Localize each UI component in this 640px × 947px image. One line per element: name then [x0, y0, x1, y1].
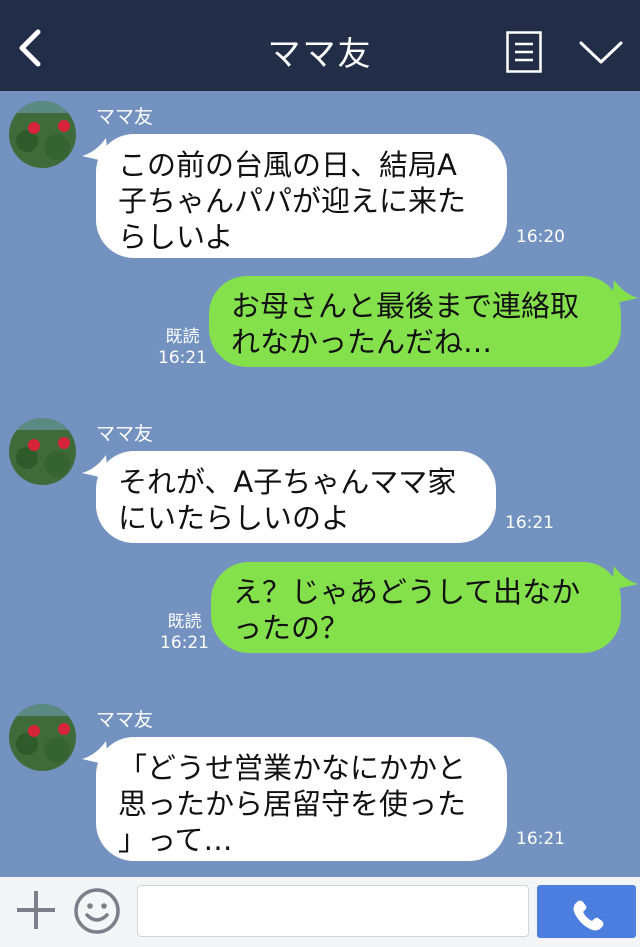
chevron-down-icon[interactable]: [579, 40, 623, 66]
message-bubble[interactable]: それが、A子ちゃんママ家 にいたらしいのよ: [96, 451, 496, 543]
message-time: 16:21: [505, 513, 554, 533]
chat-title: ママ友: [267, 34, 373, 73]
sender-name: ママ友: [96, 709, 154, 731]
sender-name: ママ友: [96, 106, 154, 128]
read-label: 既読: [165, 327, 200, 347]
call-button[interactable]: [537, 885, 636, 938]
read-status: 既読 16:21: [160, 612, 209, 654]
message-time: 16:21: [516, 829, 565, 849]
read-status: 既読 16:21: [158, 327, 207, 369]
avatar[interactable]: [9, 704, 76, 771]
message-time: 16:21: [158, 348, 207, 368]
message-bubble[interactable]: 「どうせ営業かなにかかと 思ったから居留守を使った 」って…: [96, 737, 507, 861]
message-bubble[interactable]: え？じゃあどうして出なか ったの？: [211, 562, 621, 653]
smiley-icon[interactable]: [73, 887, 121, 935]
rose-photo-icon: [9, 704, 76, 771]
message-bubble[interactable]: この前の台風の日、結局A 子ちゃんパパが迎えに来た らしいよ: [96, 134, 507, 258]
avatar[interactable]: [9, 418, 76, 485]
rose-photo-icon: [9, 101, 76, 168]
message-bubble[interactable]: お母さんと最後まで連絡取 れなかったんだね…: [209, 276, 621, 367]
plus-icon[interactable]: [14, 888, 58, 932]
sender-name: ママ友: [96, 423, 154, 445]
rose-photo-icon: [9, 418, 76, 485]
input-bar: [0, 877, 640, 947]
phone-icon: [573, 900, 604, 931]
read-label: 既読: [167, 612, 202, 632]
message-time: 16:20: [516, 227, 565, 247]
message-input[interactable]: [137, 885, 529, 937]
chat-header: ママ友: [0, 0, 640, 91]
avatar[interactable]: [9, 101, 76, 168]
menu-icon[interactable]: [506, 31, 542, 73]
message-time: 16:21: [160, 633, 209, 653]
